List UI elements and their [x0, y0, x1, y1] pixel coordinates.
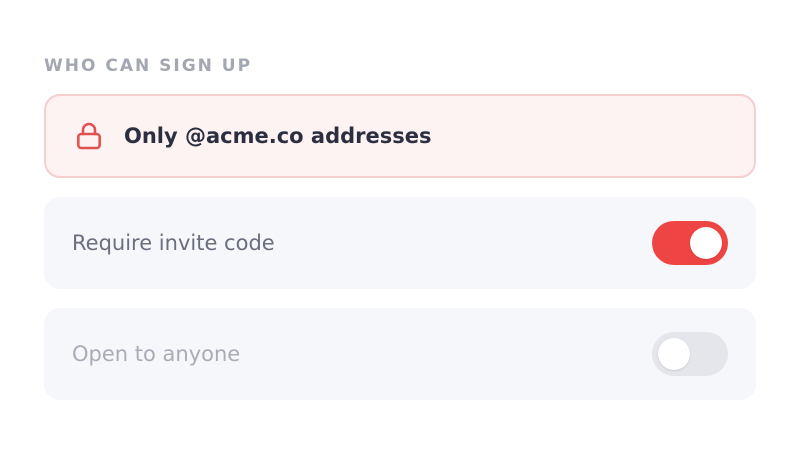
option-invite-code[interactable]: Require invite code: [44, 197, 756, 289]
option-label: Only @acme.co addresses: [124, 124, 432, 148]
signup-settings-panel: WHO CAN SIGN UP Only @acme.co addresses …: [44, 40, 756, 400]
option-domain-restricted[interactable]: Only @acme.co addresses: [44, 94, 756, 178]
option-label: Open to anyone: [72, 342, 241, 366]
invite-code-toggle[interactable]: [652, 221, 728, 265]
toggle-knob: [658, 338, 690, 370]
toggle-knob: [690, 227, 722, 259]
option-open-to-anyone[interactable]: Open to anyone: [44, 308, 756, 400]
lock-icon: [76, 121, 104, 151]
section-heading: WHO CAN SIGN UP: [44, 56, 253, 76]
option-label: Require invite code: [72, 231, 275, 255]
open-signup-toggle[interactable]: [652, 332, 728, 376]
